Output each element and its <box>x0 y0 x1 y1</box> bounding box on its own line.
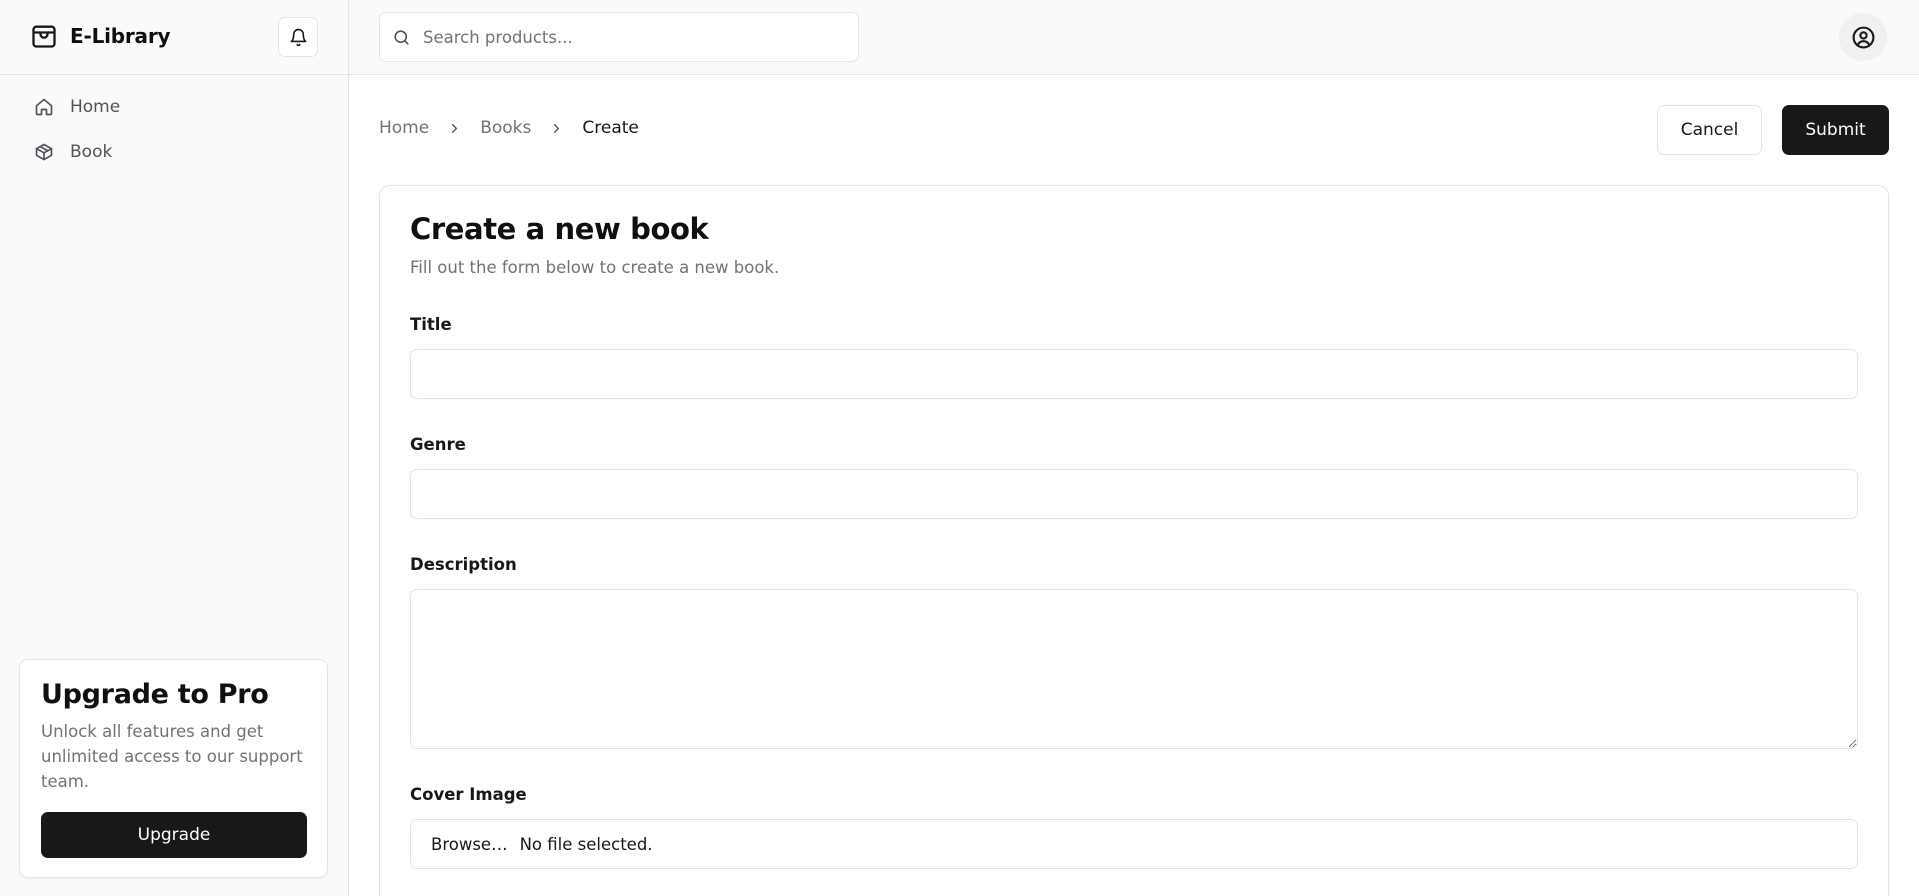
title-input[interactable] <box>410 349 1858 399</box>
submit-button[interactable]: Submit <box>1782 105 1889 155</box>
breadcrumb-home[interactable]: Home <box>379 118 429 138</box>
cover-image-file-input[interactable]: Browse… No file selected. <box>410 819 1858 869</box>
upgrade-description: Unlock all features and get unlimited ac… <box>41 722 303 791</box>
user-menu-button[interactable] <box>1839 13 1887 61</box>
home-icon <box>35 98 53 116</box>
browse-button[interactable]: Browse… <box>431 835 508 854</box>
bell-icon <box>290 28 306 46</box>
page-subtitle: Fill out the form below to create a new … <box>410 258 780 277</box>
page-title: Create a new book <box>410 212 709 246</box>
app-name: E-Library <box>70 24 171 48</box>
cancel-button[interactable]: Cancel <box>1657 105 1762 155</box>
search-icon <box>394 29 409 45</box>
description-textarea[interactable] <box>410 589 1858 749</box>
search-input[interactable] <box>423 27 843 47</box>
breadcrumb-books[interactable]: Books <box>480 118 531 138</box>
genre-input[interactable] <box>410 469 1858 519</box>
breadcrumb: Home Books Create <box>379 118 639 138</box>
chevron-right-icon <box>554 123 560 133</box>
file-status: No file selected. <box>519 834 653 854</box>
create-book-form: Create a new book Fill out the form belo… <box>379 185 1889 896</box>
genre-label: Genre <box>410 435 466 454</box>
search-box[interactable] <box>379 12 859 62</box>
sidebar-item-label: Home <box>70 97 121 117</box>
package-icon <box>35 143 53 161</box>
upgrade-card: Upgrade to Pro Unlock all features and g… <box>19 659 328 878</box>
chevron-right-icon <box>452 123 458 133</box>
upgrade-title: Upgrade to Pro <box>41 679 269 710</box>
sidebar-item-book[interactable]: Book <box>22 131 328 173</box>
brand[interactable]: E-Library <box>30 22 171 50</box>
title-label: Title <box>410 315 452 334</box>
sidebar-header: E-Library <box>0 0 348 75</box>
description-label: Description <box>410 555 517 574</box>
sidebar-nav: Home Book <box>22 86 328 176</box>
sidebar-item-label: Book <box>70 142 113 162</box>
notifications-button[interactable] <box>278 17 318 57</box>
cover-image-label: Cover Image <box>410 785 527 804</box>
upgrade-button[interactable]: Upgrade <box>41 812 307 858</box>
sidebar: E-Library Home Book Upgrade to Pro Unloc… <box>0 0 349 896</box>
topbar <box>349 0 1919 75</box>
sidebar-item-home[interactable]: Home <box>22 86 328 128</box>
user-circle-icon <box>1852 26 1874 48</box>
store-icon <box>32 25 56 48</box>
breadcrumb-current: Create <box>582 118 639 138</box>
